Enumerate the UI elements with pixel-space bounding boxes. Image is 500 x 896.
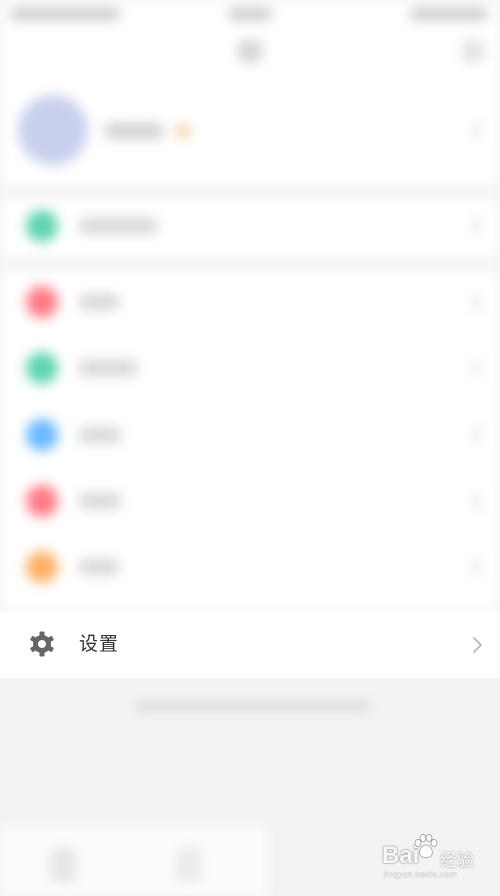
tab-bar bbox=[0, 826, 268, 896]
chevron-right-icon bbox=[472, 493, 482, 509]
baidu-jingyan-watermark: Bai 经验 jingyan.baidu.com bbox=[382, 834, 494, 879]
chevron-right-icon bbox=[472, 360, 482, 376]
chevron-right-icon bbox=[472, 294, 482, 310]
message-icon[interactable] bbox=[462, 40, 484, 62]
profile-header[interactable] bbox=[0, 85, 500, 185]
menu-item-icon bbox=[26, 210, 58, 242]
menu-item-icon bbox=[26, 286, 58, 318]
menu-row[interactable] bbox=[0, 471, 500, 531]
gear-icon bbox=[30, 631, 54, 657]
menu-item-label bbox=[78, 559, 120, 575]
settings-row[interactable]: 设置 bbox=[0, 611, 500, 678]
menu-item-icon bbox=[26, 352, 58, 384]
status-bar bbox=[0, 0, 500, 28]
chevron-right-icon bbox=[473, 637, 482, 653]
menu-row[interactable] bbox=[0, 405, 500, 465]
footer-text bbox=[135, 700, 370, 712]
status-carrier bbox=[10, 8, 120, 20]
menu-item-label bbox=[78, 493, 122, 509]
menu-row[interactable] bbox=[0, 537, 500, 597]
profile-name bbox=[104, 123, 164, 139]
menu-item-icon bbox=[26, 485, 58, 517]
chevron-right-icon bbox=[472, 427, 482, 443]
chevron-right-icon bbox=[472, 559, 482, 575]
menu-row[interactable] bbox=[0, 196, 500, 256]
baidu-paw-icon bbox=[414, 834, 438, 858]
menu-item-label bbox=[78, 427, 122, 443]
avatar[interactable] bbox=[18, 95, 88, 165]
level-badge bbox=[176, 125, 190, 137]
menu-item-label bbox=[78, 294, 120, 310]
settings-label: 设置 bbox=[79, 633, 120, 655]
tab-icon[interactable] bbox=[50, 848, 76, 882]
menu-row[interactable] bbox=[0, 338, 500, 398]
status-battery bbox=[410, 8, 488, 20]
profile-chevron-icon bbox=[472, 123, 482, 139]
menu-item-label bbox=[78, 360, 138, 376]
tab-icon[interactable] bbox=[176, 848, 202, 882]
status-time bbox=[228, 8, 272, 20]
watermark-url: jingyan.baidu.com bbox=[384, 870, 457, 879]
scan-icon[interactable] bbox=[238, 40, 262, 62]
section-divider bbox=[0, 258, 500, 270]
blurred-profile-page bbox=[0, 0, 500, 610]
chevron-right-icon bbox=[472, 218, 482, 234]
menu-item-icon bbox=[26, 551, 58, 583]
watermark-cn: 经验 bbox=[440, 851, 474, 870]
menu-item-label bbox=[78, 218, 158, 234]
menu-item-icon bbox=[26, 419, 58, 451]
menu-row[interactable] bbox=[0, 272, 500, 332]
